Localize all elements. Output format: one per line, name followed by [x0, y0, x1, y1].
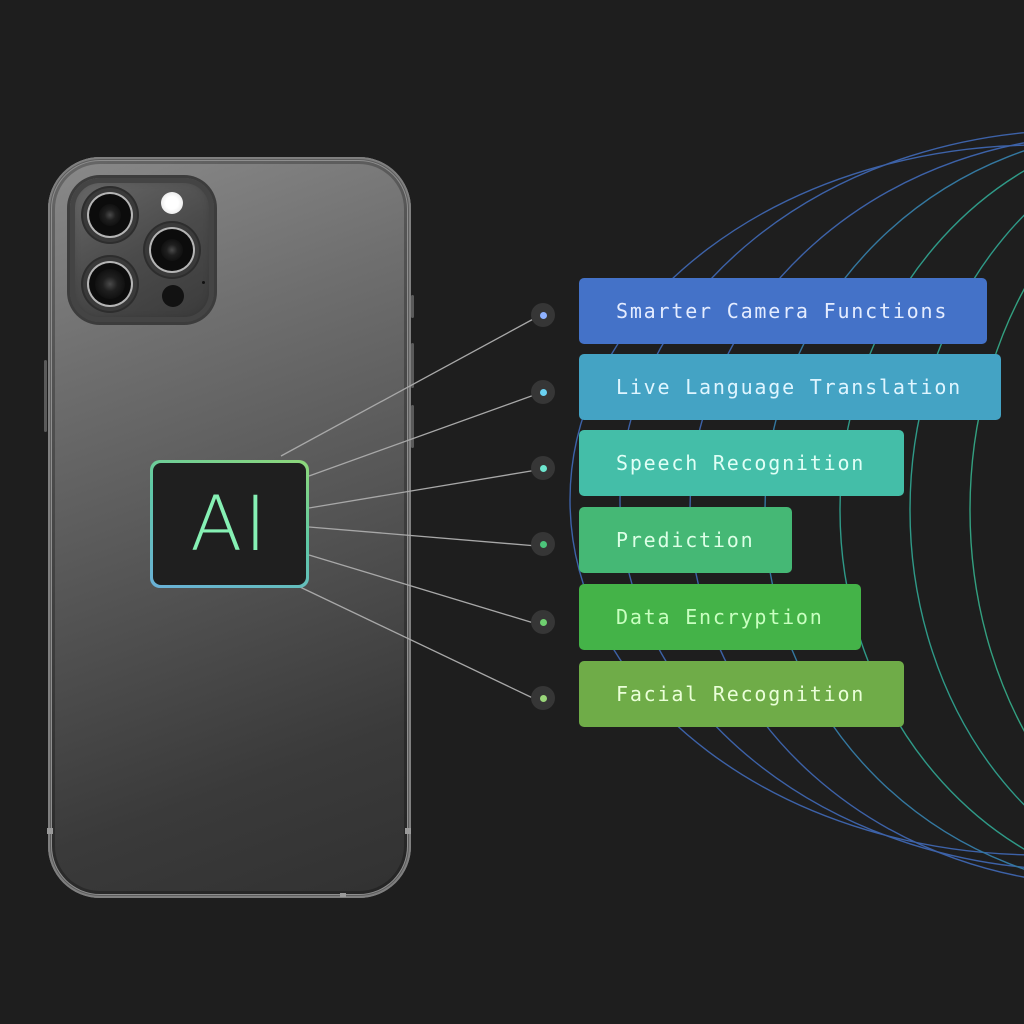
feature-prediction: Prediction — [579, 507, 792, 573]
feature-live-language-translation: Live Language Translation — [579, 354, 1001, 420]
feature-speech-recognition: Speech Recognition — [579, 430, 904, 496]
feature-node — [531, 686, 555, 710]
decorative-arc — [969, 288, 1024, 732]
feature-label: Prediction — [616, 528, 755, 552]
feature-node — [531, 532, 555, 556]
side-button — [411, 295, 414, 318]
node-dot-icon — [539, 694, 547, 702]
feature-label: Data Encryption — [616, 605, 824, 629]
node-dot-icon — [539, 388, 547, 396]
antenna-seam — [405, 828, 411, 834]
node-dot-icon — [539, 464, 547, 472]
flash-icon — [161, 192, 183, 214]
feature-node — [531, 380, 555, 404]
feature-facial-recognition: Facial Recognition — [579, 661, 904, 727]
camera-lens-icon — [145, 223, 199, 277]
camera-lens-icon — [83, 188, 137, 242]
lidar-sensor-icon — [162, 285, 184, 307]
decorative-arc — [569, 144, 1024, 856]
ai-label: AI — [190, 479, 269, 568]
microphone-icon — [202, 281, 205, 284]
node-dot-icon — [539, 618, 547, 626]
node-dot-icon — [539, 540, 547, 548]
feature-label: Facial Recognition — [616, 682, 866, 706]
volume-down-button — [411, 405, 414, 448]
decorative-arc — [619, 132, 1024, 868]
camera-module — [70, 178, 214, 322]
feature-data-encryption: Data Encryption — [579, 584, 861, 650]
antenna-seam — [47, 828, 53, 834]
volume-up-button — [411, 343, 414, 388]
decorative-arc — [839, 170, 1024, 850]
camera-lens-icon — [83, 257, 137, 311]
feature-node — [531, 303, 555, 327]
node-dot-icon — [539, 311, 547, 319]
ai-chip: AI — [150, 460, 309, 588]
decorative-arc — [909, 214, 1024, 806]
feature-smarter-camera-functions: Smarter Camera Functions — [579, 278, 987, 344]
feature-node — [531, 456, 555, 480]
feature-node — [531, 610, 555, 634]
feature-label: Smarter Camera Functions — [616, 299, 949, 323]
feature-label: Live Language Translation — [616, 375, 963, 399]
feature-label: Speech Recognition — [616, 451, 866, 475]
power-button — [44, 360, 47, 432]
decorative-arc — [764, 150, 1024, 870]
antenna-seam — [340, 893, 346, 897]
